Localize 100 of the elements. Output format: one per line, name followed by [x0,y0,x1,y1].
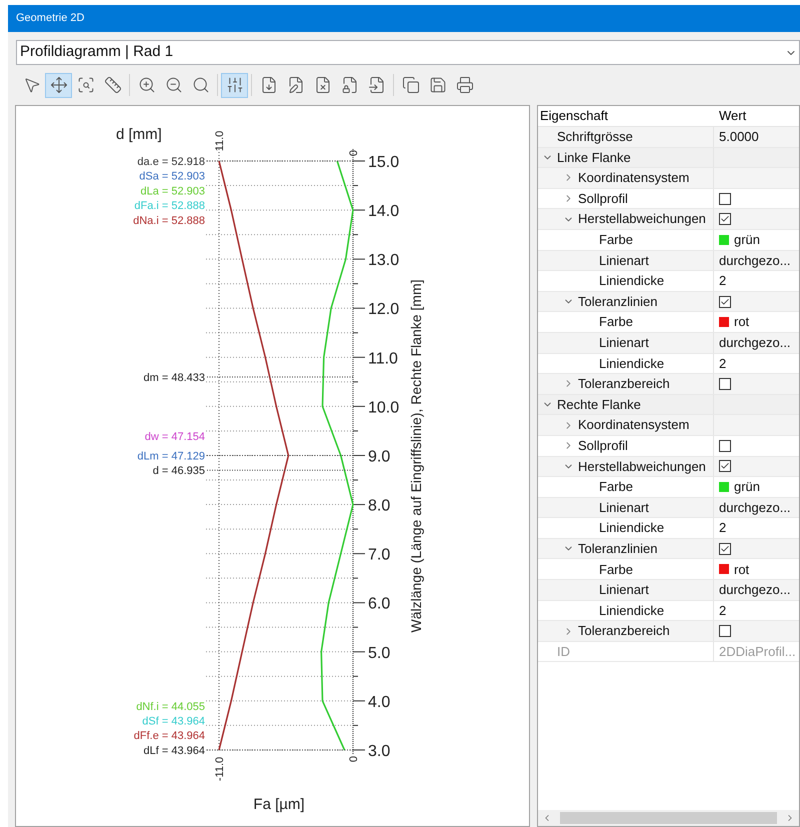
property-row[interactable]: Linienart durchgezo... [538,498,799,518]
property-row[interactable]: Farbe rot [538,559,799,580]
file-lock-icon [340,76,358,94]
property-row[interactable]: Liniendicke 2 [538,271,799,292]
property-name: Herstellabweichungen [578,210,706,228]
column-header[interactable]: Wert [714,106,746,126]
move-icon [50,76,68,94]
ruler-icon [104,76,122,94]
printer-icon [456,76,474,94]
property-name: Linienart [599,498,649,517]
diameter-label: dNf.i = 44.055 [136,700,205,713]
y-tick-label: 11.0 [368,350,398,368]
checkbox[interactable] [719,213,731,226]
property-name: Farbe [599,231,633,250]
property-value: 2 [719,602,726,620]
pointer-icon [22,76,40,94]
property-name: Linienart [599,334,649,352]
checkbox[interactable] [719,378,731,390]
property-row[interactable]: Herstellabweichungen [538,456,799,478]
property-row[interactable]: Schriftgrösse 5.0000 [538,127,799,148]
property-value: 2 [719,272,726,290]
property-name: Toleranzbereich [578,375,670,394]
sliders-icon [226,76,244,94]
property-name: Linienart [599,581,649,600]
diagram-dropdown[interactable]: Profildiagramm | Rad 1 [16,40,800,65]
y-tick-label: 14.0 [368,203,400,220]
x-tick-label: -11.0 [214,756,226,782]
checkbox[interactable] [719,625,731,638]
horizontal-scrollbar[interactable] [538,810,799,826]
property-row[interactable]: Toleranzbereich [538,374,799,395]
property-value: durchgezo... [719,498,791,517]
checkbox[interactable] [719,192,731,205]
x-tick-label: 0 [348,756,360,762]
property-name: Sollprofil [578,190,628,208]
column-header[interactable]: Eigenschaft [538,106,714,126]
property-name: Rechte Flanke [557,396,641,414]
toolbar-button[interactable] [45,72,72,98]
diameter-label: dw = 47.154 [144,430,205,443]
property-row[interactable]: Liniendicke 2 [538,518,799,539]
diameter-label: da.e = 52.918 [137,156,205,168]
checkbox[interactable] [719,296,731,308]
property-row[interactable]: Toleranzlinien [538,538,799,560]
property-row[interactable]: Liniendicke 2 [538,600,799,622]
diameter-label: dLa = 52.903 [140,185,205,198]
property-name: Linke Flanke [557,148,631,167]
zoom-in-icon [138,76,156,94]
check-icon [720,214,730,224]
y-tick-label: 13.0 [368,252,400,270]
property-name: Farbe [599,478,633,496]
property-name: Toleranzlinien [578,540,658,558]
property-row[interactable]: Sollprofil [538,436,799,456]
toolbar-button[interactable] [221,72,248,98]
checkbox[interactable] [719,460,731,472]
file-input-icon [368,76,386,94]
property-row[interactable]: Toleranzbereich [538,621,799,642]
file-download-icon [260,76,278,94]
property-row[interactable]: Sollprofil [538,188,799,210]
property-row[interactable]: Linienart durchgezo... [538,580,799,601]
y-axis-title: Wälzlänge (Länge auf Eingriffslinie), Rechte Flanke [mm] [408,280,424,632]
property-name: Liniendicke [599,272,664,290]
y-tick-label: 7.0 [368,546,390,564]
property-row[interactable]: Farbe grün [538,230,799,251]
property-name: Liniendicke [599,602,664,620]
x-axis-title: Fa [µm] [253,796,305,813]
property-row[interactable]: Farbe grün [538,477,799,498]
property-row[interactable]: Koordinatensystem [538,415,799,436]
property-value: 2DDiaProfil... [719,642,796,661]
checkbox[interactable] [719,440,731,452]
property-value: grün [734,231,760,250]
y-tick-label: 15.0 [368,154,400,171]
property-row[interactable]: Farbe rot [538,312,799,333]
property-row[interactable]: Liniendicke 2 [538,354,799,374]
copy-icon [402,76,420,94]
property-value: 2 [719,519,726,538]
y-tick-label: 3.0 [368,742,390,760]
property-row[interactable]: Linienart durchgezo... [538,250,799,272]
property-row[interactable]: Koordinatensystem [538,168,799,189]
chart-title: d [mm] [116,126,162,143]
y-tick-label: 4.0 [368,694,390,711]
property-row[interactable]: Linke Flanke [538,148,799,168]
property-value: durchgezo... [719,581,791,600]
diameter-label: d = 46.935 [152,465,205,478]
property-row[interactable]: Rechte Flanke [538,394,799,416]
diameter-label: dFa.i = 52.888 [134,200,205,212]
property-row[interactable]: Linienart durchgezo... [538,332,799,354]
checkbox[interactable] [719,542,731,555]
property-value: rot [734,313,750,332]
property-name: ID [557,642,570,661]
magnifier-icon [192,76,210,94]
diameter-label: dSa = 52.903 [139,170,205,183]
x-tick-label: 11.0 [214,130,226,152]
property-row[interactable]: Herstellabweichungen [538,209,799,230]
property-row[interactable]: Toleranzlinien [538,292,799,312]
y-tick-label: 12.0 [368,301,400,318]
diameter-label: dNa.i = 52.888 [133,214,205,227]
zoom-box-icon [76,76,94,94]
y-tick-label: 8.0 [368,498,390,515]
property-name: Koordinatensystem [578,169,690,188]
y-tick-label: 9.0 [368,448,390,466]
check-icon [720,544,730,554]
